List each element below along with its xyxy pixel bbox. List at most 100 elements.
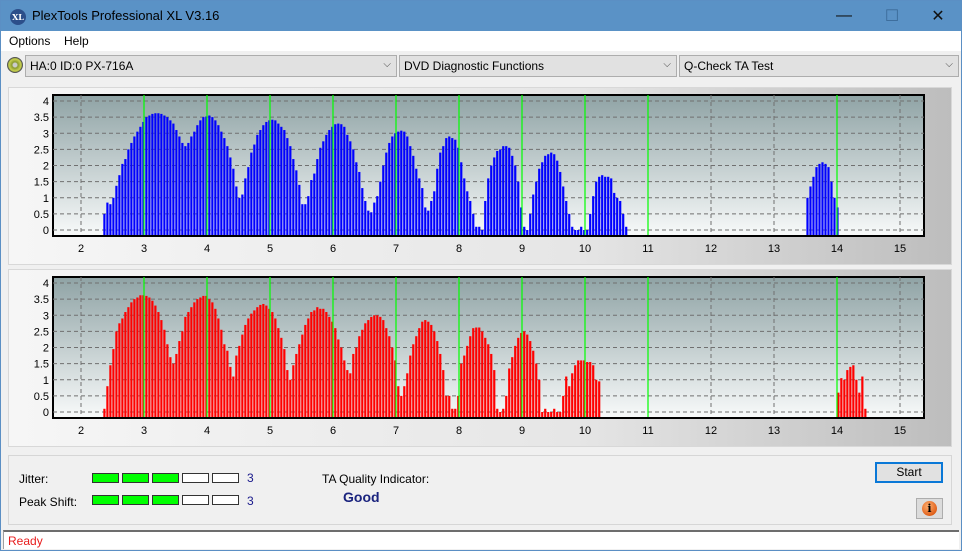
jitter-value: 3 <box>247 471 254 485</box>
bar <box>821 162 824 235</box>
status-bar: Ready <box>3 530 959 549</box>
bar <box>280 337 283 417</box>
x-tick-label: 13 <box>768 425 780 437</box>
title-bar: XL PlexTools Professional XL V3.16 — ☐ ✕ <box>1 1 961 31</box>
meter-segment <box>122 473 149 483</box>
window-title: PlexTools Professional XL V3.16 <box>32 8 220 23</box>
bar <box>220 131 223 235</box>
bar <box>424 320 427 417</box>
bar <box>217 125 220 235</box>
bar <box>229 366 232 417</box>
bar <box>238 197 241 235</box>
close-button[interactable]: ✕ <box>915 1 961 31</box>
bar <box>361 329 364 417</box>
bar <box>289 146 292 235</box>
start-button[interactable]: Start <box>875 462 943 483</box>
test-select-value: Q-Check TA Test <box>684 59 774 73</box>
bar <box>469 200 472 235</box>
bar <box>562 395 565 417</box>
bar <box>214 308 217 417</box>
bar <box>385 152 388 235</box>
bar <box>376 315 379 417</box>
bar <box>190 136 193 235</box>
test-select[interactable]: Q-Check TA Test ⌵ <box>679 55 959 77</box>
bar <box>448 136 451 235</box>
bar <box>178 136 181 235</box>
bar <box>553 408 556 417</box>
bar <box>214 120 217 235</box>
menu-options[interactable]: Options <box>9 34 50 48</box>
bar <box>364 323 367 417</box>
bar <box>259 304 262 417</box>
bar <box>172 123 175 235</box>
bar <box>157 312 160 417</box>
bar <box>112 197 115 235</box>
minimize-button[interactable]: — <box>821 1 867 31</box>
bar <box>319 308 322 417</box>
bar <box>256 134 259 235</box>
info-button[interactable]: i <box>916 498 943 519</box>
bar <box>577 360 580 417</box>
x-tick-label: 3 <box>141 425 147 437</box>
bar <box>466 345 469 417</box>
bar <box>532 194 535 235</box>
peak-shift-value: 3 <box>247 494 254 508</box>
top-chart-panel: 0 0.5 1 1.5 2 2.5 3 3.5 4 2 3 4 5 6 7 8 9 10 11 12 13 14 15 <box>8 87 952 265</box>
bar <box>586 362 589 417</box>
bar <box>277 123 280 235</box>
meter-segment <box>212 495 239 505</box>
bar <box>481 230 484 235</box>
bar <box>373 202 376 235</box>
bar <box>812 176 815 235</box>
bar <box>490 353 493 417</box>
disc-drive-icon <box>7 57 23 73</box>
bar <box>400 395 403 417</box>
x-tick-label: 8 <box>456 243 462 255</box>
bar <box>328 130 331 235</box>
bar <box>472 328 475 417</box>
bar <box>430 200 433 235</box>
bar <box>379 316 382 417</box>
bar <box>391 136 394 235</box>
menu-help[interactable]: Help <box>64 34 89 48</box>
bar <box>355 162 358 235</box>
bar <box>109 204 112 235</box>
x-tick-label: 5 <box>267 243 273 255</box>
bar <box>232 168 235 235</box>
bar <box>220 329 223 417</box>
bar <box>346 370 349 417</box>
bar <box>271 312 274 417</box>
bar <box>526 334 529 417</box>
function-select-value: DVD Diagnostic Functions <box>404 59 545 73</box>
bar <box>565 200 568 235</box>
bar <box>196 125 199 235</box>
y-tick-label: 3.5 <box>34 112 49 124</box>
bar <box>262 303 265 417</box>
bar <box>175 130 178 235</box>
bar <box>840 378 843 417</box>
bar <box>538 379 541 417</box>
meter-segment <box>212 473 239 483</box>
bottom-chart-panel: 0 0.5 1 1.5 2 2.5 3 3.5 4 2 3 4 5 6 7 8 9 10 11 12 13 14 15 <box>8 269 952 447</box>
bar <box>830 181 833 235</box>
results-panel <box>8 455 952 525</box>
bar <box>427 321 430 417</box>
bar <box>163 115 166 235</box>
maximize-button[interactable]: ☐ <box>869 1 915 31</box>
bar <box>307 318 310 417</box>
bar <box>553 154 556 235</box>
bar <box>232 376 235 417</box>
bar <box>118 323 121 417</box>
bar <box>181 331 184 417</box>
bar <box>184 316 187 417</box>
bar <box>352 149 355 235</box>
bar <box>541 162 544 235</box>
drive-select[interactable]: HA:0 ID:0 PX-716A ⌵ <box>25 55 397 77</box>
bar <box>364 200 367 235</box>
jitter-meter <box>92 473 239 483</box>
bar <box>346 134 349 235</box>
x-tick-label: 8 <box>456 425 462 437</box>
bar <box>454 408 457 417</box>
bar <box>103 213 106 235</box>
function-select[interactable]: DVD Diagnostic Functions ⌵ <box>399 55 677 77</box>
